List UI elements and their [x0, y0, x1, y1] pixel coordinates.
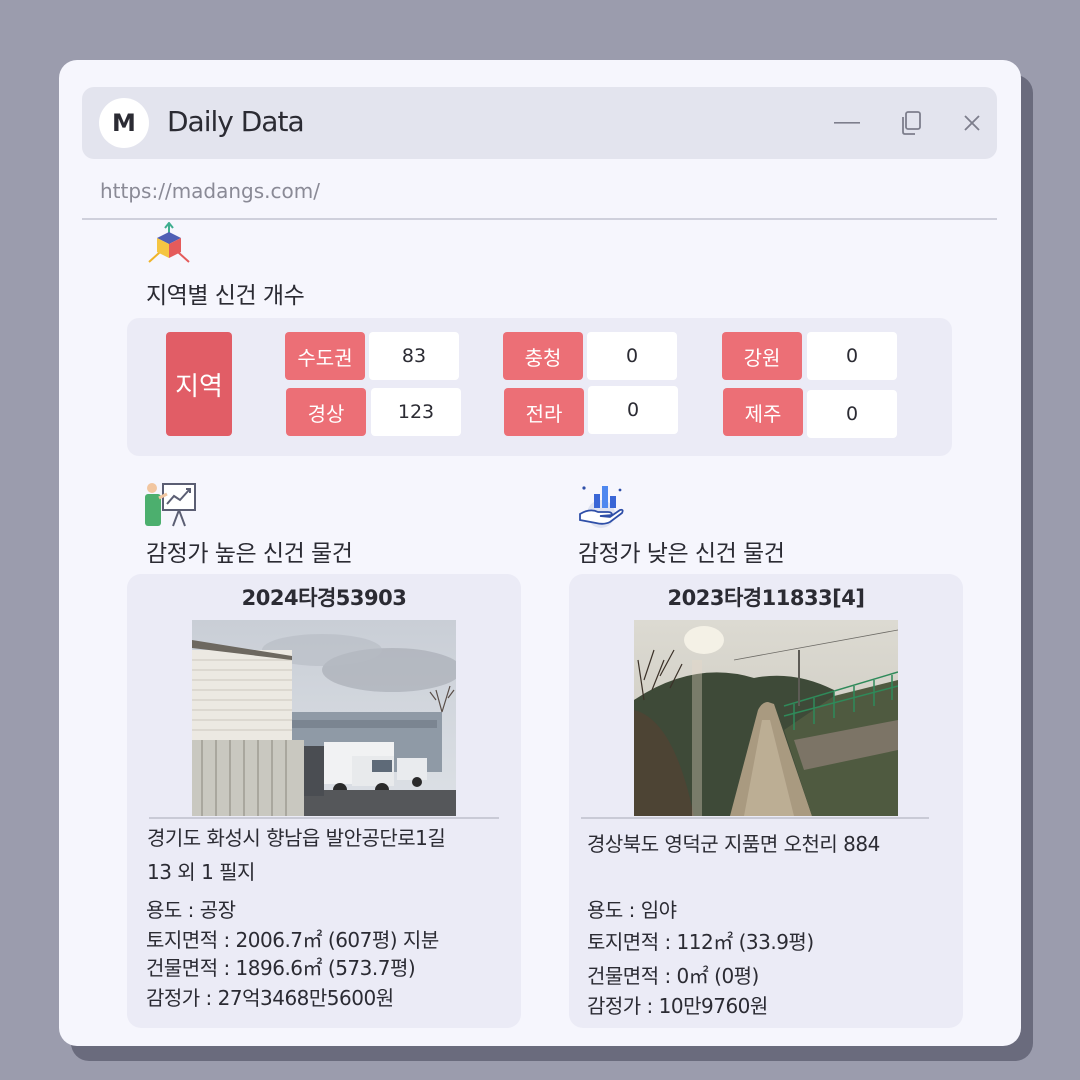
low-appraisal-card[interactable]: 2023타경11833[4] 경상북도 영덕군 지품면 오천리 884 용도:… — [569, 574, 963, 1028]
address-line-1: 경기도 화성시 향남읍 발안공단로1길 — [147, 826, 446, 850]
building-area-text: 건물면적 : 1896.6㎡ (573.7평) — [146, 956, 416, 980]
region-chip-jeju[interactable]: 제주 — [723, 388, 803, 436]
appraisal-text: 감정가 : 27억3468만5600원 — [146, 986, 394, 1010]
region-count-gangwon: 0 — [807, 332, 897, 380]
header-divider — [82, 218, 997, 220]
title-bar: M Daily Data — [82, 87, 997, 159]
card-divider — [149, 817, 499, 819]
restore-button[interactable] — [895, 107, 927, 139]
property-photo[interactable] — [192, 620, 456, 816]
cube-axes-icon — [148, 222, 190, 263]
card-divider — [581, 817, 929, 819]
address-line-2: 13 외 1 필지 — [147, 860, 255, 884]
high-section-title: 감정가 높은 신건 물건 — [146, 541, 353, 567]
presentation-chart-icon — [145, 483, 196, 527]
region-count-jeolla: 0 — [588, 386, 678, 434]
url-text[interactable]: https://madangs.com/ — [100, 179, 320, 203]
app-title: Daily Data — [167, 105, 305, 138]
close-icon — [964, 115, 980, 131]
region-count-chungcheong: 0 — [587, 332, 677, 380]
copy-window-icon — [902, 111, 921, 135]
app-logo: M — [99, 98, 149, 148]
close-button[interactable] — [956, 107, 988, 139]
region-count-gyeongsang: 123 — [371, 388, 461, 436]
case-number[interactable]: 2024타경53903 — [127, 582, 521, 612]
minimize-icon — [834, 122, 860, 124]
usage-text: 용도 : 공장 — [146, 898, 236, 922]
app-window: M Daily Data https://madangs.com/ 지역별 신건… — [59, 60, 1021, 1046]
minimize-button[interactable] — [831, 107, 863, 139]
region-section-title: 지역별 신건 개수 — [146, 283, 305, 309]
appraisal-text: 감정가 : 10만9760원 — [587, 994, 768, 1018]
land-area-text: 토지면적 : 2006.7㎡ (607평) 지분 — [146, 928, 439, 952]
usage-text: 용도 : 임야 — [587, 898, 677, 922]
region-chip-chungcheong[interactable]: 충청 — [503, 332, 583, 380]
case-number[interactable]: 2023타경11833[4] — [569, 582, 963, 612]
land-area-text: 토지면적 : 112㎡ (33.9평) — [587, 930, 814, 954]
address-line-1: 경상북도 영덕군 지품면 오천리 884 — [587, 832, 880, 856]
high-appraisal-card[interactable]: 2024타경53903 경기도 화성시 향남읍 발안공단로1길 13 외 1 필… — [127, 574, 521, 1028]
property-photo[interactable] — [634, 620, 898, 816]
region-header-label: 지역 — [166, 332, 232, 436]
region-chip-sudogwon[interactable]: 수도권 — [285, 332, 365, 380]
hand-bar-chart-icon — [579, 486, 624, 528]
region-count-sudogwon: 83 — [369, 332, 459, 380]
region-count-panel: 지역 수도권 83 경상 123 충청 0 전라 0 강원 0 제주 0 — [127, 318, 952, 456]
low-section-title: 감정가 낮은 신건 물건 — [578, 541, 785, 567]
region-chip-jeolla[interactable]: 전라 — [504, 388, 584, 436]
region-count-jeju: 0 — [807, 390, 897, 438]
region-chip-gyeongsang[interactable]: 경상 — [286, 388, 366, 436]
region-chip-gangwon[interactable]: 강원 — [722, 332, 802, 380]
building-area-text: 건물면적 : 0㎡ (0평) — [587, 964, 759, 988]
